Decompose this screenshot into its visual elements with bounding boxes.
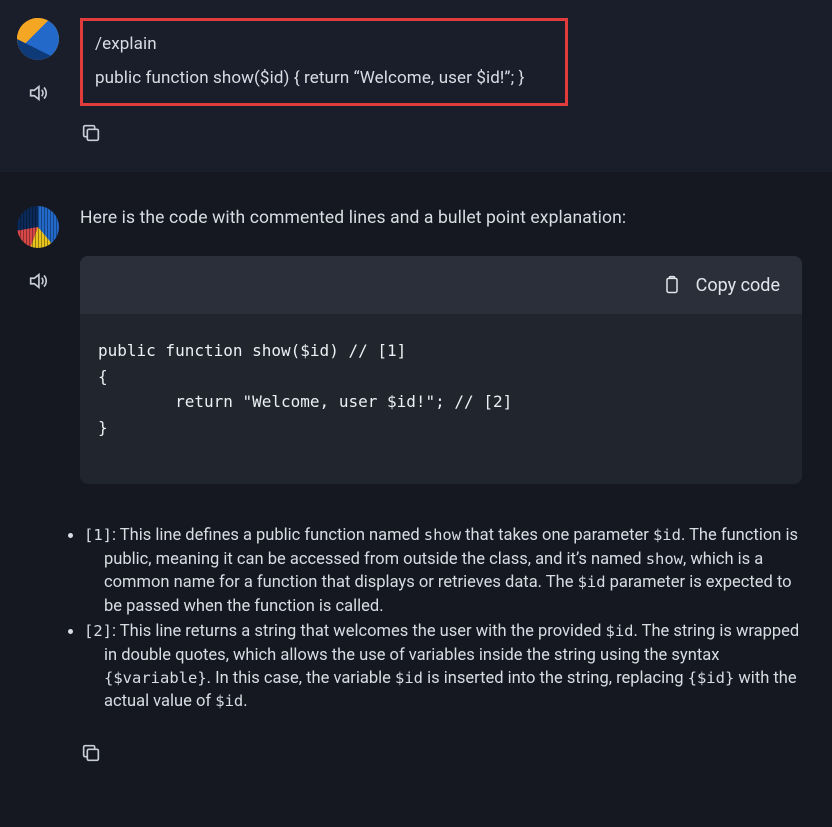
copy-icon[interactable]	[80, 742, 102, 764]
prompt-command: /explain	[95, 33, 553, 57]
assistant-message-content: Here is the code with commented lines an…	[80, 206, 812, 768]
speaker-icon[interactable]	[27, 270, 49, 292]
highlighted-prompt-box: /explain public function show($id) { ret…	[80, 18, 568, 106]
copy-code-button[interactable]: Copy code	[662, 274, 780, 296]
assistant-message: Here is the code with commented lines an…	[0, 172, 832, 792]
prompt-code: public function show($id) { return “Welc…	[95, 67, 553, 91]
copy-icon[interactable]	[80, 122, 102, 144]
clipboard-icon	[662, 274, 682, 296]
bullet-tag: [1]	[84, 526, 112, 544]
user-avatar	[17, 18, 59, 60]
message-left-column	[14, 18, 62, 148]
code-body: public function show($id) // [1] { retur…	[80, 314, 802, 484]
code-block: Copy code public function show($id) // […	[80, 256, 802, 484]
bullet-tag: [2]	[84, 622, 112, 640]
list-item: [1]: This line defines a public function…	[84, 524, 802, 618]
speaker-icon[interactable]	[27, 82, 49, 104]
code-block-header: Copy code	[80, 256, 802, 314]
list-item: [2]: This line returns a string that wel…	[84, 620, 802, 714]
message-left-column	[14, 206, 62, 768]
user-message-content: /explain public function show($id) { ret…	[80, 18, 812, 148]
assistant-intro: Here is the code with commented lines an…	[80, 206, 802, 231]
assistant-avatar	[17, 206, 59, 248]
user-message: /explain public function show($id) { ret…	[0, 0, 832, 172]
copy-code-label: Copy code	[696, 275, 780, 296]
explanation-list: [1]: This line defines a public function…	[80, 524, 802, 713]
